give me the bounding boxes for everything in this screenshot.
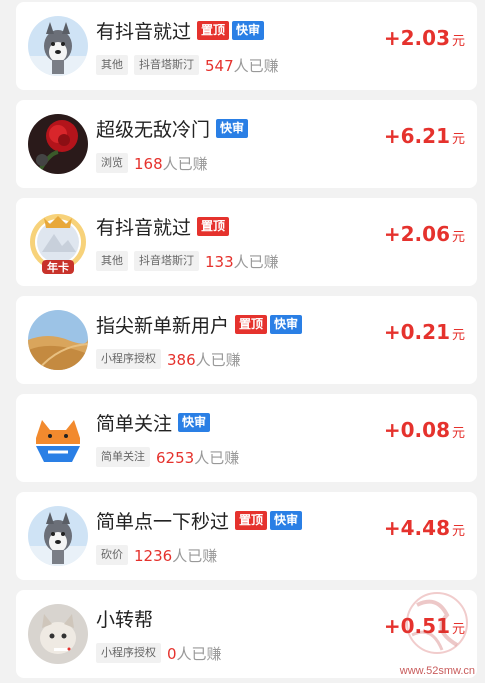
earned-count: 386人已赚 bbox=[167, 349, 241, 370]
task-meta-row: 简单关注 6253人已赚 bbox=[96, 446, 239, 468]
earned-suffix: 人已赚 bbox=[195, 350, 241, 369]
earned-count: 1236人已赚 bbox=[134, 545, 217, 566]
reward-amount: +4.48 元 bbox=[384, 516, 465, 540]
earned-number: 1236 bbox=[134, 546, 173, 565]
task-title: 指尖新单新用户 bbox=[96, 314, 230, 337]
category-tag: 砍价 bbox=[96, 545, 128, 565]
husky-dog-avatar bbox=[28, 16, 88, 76]
fast-review-badge: 快审 bbox=[232, 20, 265, 40]
earned-number: 168 bbox=[134, 154, 163, 173]
cartoon-cat-avatar bbox=[28, 408, 88, 468]
reward-value: +0.21 bbox=[383, 320, 450, 344]
fast-review-badge: 快审 bbox=[270, 510, 303, 530]
task-title-row: 有抖音就过 置顶 bbox=[96, 212, 230, 240]
task-meta-row: 砍价 1236人已赚 bbox=[96, 544, 217, 566]
reward-amount: +0.08 元 bbox=[384, 418, 465, 442]
earned-count: 133人已赚 bbox=[205, 251, 279, 272]
task-meta-row: 小程序授权 0人已赚 bbox=[96, 642, 222, 664]
task-meta-row: 其他 抖音塔斯汀 133人已赚 bbox=[96, 250, 279, 272]
cat-photo-avatar bbox=[28, 604, 88, 664]
earned-number: 6253 bbox=[156, 448, 195, 467]
category-tag: 浏览 bbox=[96, 153, 128, 173]
task-meta-row: 小程序授权 386人已赚 bbox=[96, 348, 241, 370]
category-tag: 其他 bbox=[96, 55, 128, 75]
annual-card-label: 年卡 bbox=[47, 261, 69, 274]
husky-dog-avatar bbox=[28, 506, 88, 566]
task-title-row: 小转帮 bbox=[96, 604, 153, 632]
task-card[interactable]: 指尖新单新用户 置顶 快审 小程序授权 386人已赚 +0.21 元 bbox=[16, 296, 477, 384]
task-card[interactable]: 有抖音就过 置顶 快审 其他 抖音塔斯汀 547人已赚 +2.03 元 bbox=[16, 2, 477, 90]
watermark-site: www.52smw.cn bbox=[399, 665, 475, 677]
task-title: 有抖音就过 bbox=[96, 20, 192, 43]
reward-amount: +2.03 元 bbox=[384, 26, 465, 50]
earned-suffix: 人已赚 bbox=[194, 448, 240, 467]
reward-value: +2.06 bbox=[383, 222, 450, 246]
earned-suffix: 人已赚 bbox=[162, 154, 208, 173]
earned-suffix: 人已赚 bbox=[176, 644, 222, 663]
reward-value: +4.48 bbox=[383, 516, 450, 540]
reward-value: +0.08 bbox=[383, 418, 450, 442]
earned-count: 6253人已赚 bbox=[156, 447, 239, 468]
reward-unit: 元 bbox=[451, 230, 465, 245]
reward-unit: 元 bbox=[451, 132, 465, 147]
earned-count: 168人已赚 bbox=[134, 153, 208, 174]
task-card[interactable]: 简单关注 快审 简单关注 6253人已赚 +0.08 元 bbox=[16, 394, 477, 482]
category-tag: 小程序授权 bbox=[96, 349, 161, 369]
reward-amount: +6.21 元 bbox=[384, 124, 465, 148]
pinned-badge: 置顶 bbox=[197, 20, 230, 40]
reward-value: +2.03 bbox=[383, 26, 450, 50]
reward-unit: 元 bbox=[451, 34, 465, 49]
earned-number: 386 bbox=[167, 350, 196, 369]
category-tag: 简单关注 bbox=[96, 447, 150, 467]
task-title: 小转帮 bbox=[96, 608, 154, 631]
reward-value: +6.21 bbox=[383, 124, 450, 148]
category-tag: 抖音塔斯汀 bbox=[134, 55, 199, 75]
earned-suffix: 人已赚 bbox=[233, 252, 279, 271]
task-meta-row: 其他 抖音塔斯汀 547人已赚 bbox=[96, 54, 279, 76]
task-title: 超级无敌冷门 bbox=[96, 118, 211, 141]
earned-suffix: 人已赚 bbox=[172, 546, 218, 565]
earned-number: 547 bbox=[205, 56, 234, 75]
watermark-seal bbox=[387, 575, 477, 675]
reward-unit: 元 bbox=[451, 426, 465, 441]
task-card[interactable]: 超级无敌冷门 快审 浏览 168人已赚 +6.21 元 bbox=[16, 100, 477, 188]
pinned-badge: 置顶 bbox=[235, 314, 268, 334]
task-card[interactable]: 年卡 有抖音就过 置顶 其他 抖音塔斯汀 133人已赚 +2.06 元 bbox=[16, 198, 477, 286]
task-title-row: 有抖音就过 置顶 快审 bbox=[96, 16, 265, 44]
red-rose-avatar bbox=[28, 114, 88, 174]
earned-number: 0 bbox=[167, 644, 177, 663]
task-title-row: 简单点一下秒过 置顶 快审 bbox=[96, 506, 303, 534]
reward-amount: +0.21 元 bbox=[384, 320, 465, 344]
task-card[interactable]: 简单点一下秒过 置顶 快审 砍价 1236人已赚 +4.48 元 bbox=[16, 492, 477, 580]
earned-count: 0人已赚 bbox=[167, 643, 222, 664]
task-title: 简单关注 bbox=[96, 412, 173, 435]
fast-review-badge: 快审 bbox=[178, 412, 211, 432]
task-meta-row: 浏览 168人已赚 bbox=[96, 152, 208, 174]
fast-review-badge: 快审 bbox=[270, 314, 303, 334]
category-tag: 抖音塔斯汀 bbox=[134, 251, 199, 271]
earned-number: 133 bbox=[205, 252, 234, 271]
task-title-row: 超级无敌冷门 快审 bbox=[96, 114, 249, 142]
reward-amount: +2.06 元 bbox=[384, 222, 465, 246]
pinned-badge: 置顶 bbox=[235, 510, 268, 530]
task-title-row: 简单关注 快审 bbox=[96, 408, 211, 436]
reward-unit: 元 bbox=[451, 328, 465, 343]
annual-card-frame-avatar: 年卡 bbox=[28, 212, 88, 274]
task-title: 有抖音就过 bbox=[96, 216, 192, 239]
desert-dune-avatar bbox=[28, 310, 88, 370]
fast-review-badge: 快审 bbox=[216, 118, 249, 138]
earned-count: 547人已赚 bbox=[205, 55, 279, 76]
task-title: 简单点一下秒过 bbox=[96, 510, 230, 533]
earned-suffix: 人已赚 bbox=[233, 56, 279, 75]
reward-unit: 元 bbox=[451, 524, 465, 539]
category-tag: 小程序授权 bbox=[96, 643, 161, 663]
category-tag: 其他 bbox=[96, 251, 128, 271]
pinned-badge: 置顶 bbox=[197, 216, 230, 236]
task-title-row: 指尖新单新用户 置顶 快审 bbox=[96, 310, 303, 338]
